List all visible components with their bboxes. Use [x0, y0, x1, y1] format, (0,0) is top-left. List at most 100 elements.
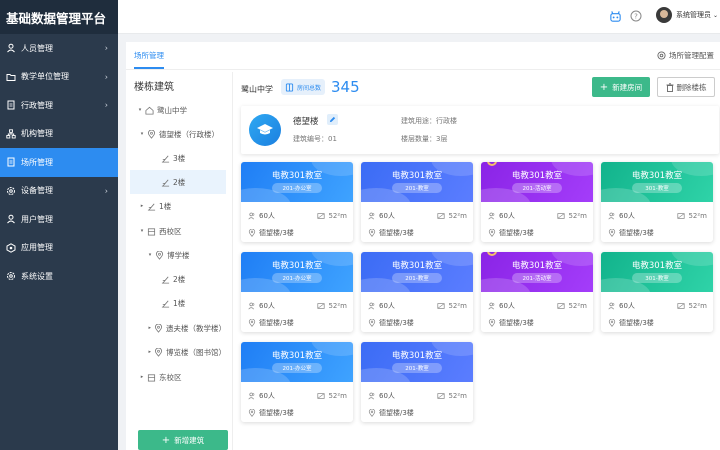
tree-node-label: 2楼: [173, 177, 186, 187]
tree-node-label: 1楼: [159, 201, 172, 211]
room-card[interactable]: 电教301教室 301-教室 60人 52²m 德望楼/3楼: [601, 162, 713, 242]
tab-venue-management[interactable]: 场所管理: [134, 50, 164, 69]
new-room-button[interactable]: + 新建房间: [592, 77, 650, 97]
room-count-label: 房间总数: [297, 84, 322, 92]
sidebar-item[interactable]: 人员管理 ›: [0, 34, 118, 63]
room-card[interactable]: 电教301教室 301-教室 60人 52²m 德望楼/3楼: [601, 252, 713, 332]
room-location: 德望楼/3楼: [499, 319, 534, 327]
room-card-header: 电教301教室 301-教室: [601, 252, 713, 292]
room-capacity: 60人: [619, 302, 635, 310]
room-tag: 201-办公室: [272, 183, 322, 193]
room-count-value: 345: [331, 78, 360, 96]
tree-node[interactable]: ▸ 遗夫楼（教学楼）: [130, 316, 226, 340]
school-name: 鹭山中学: [241, 85, 273, 94]
tree-node[interactable]: ▸ 1楼: [130, 194, 226, 218]
new-room-label: 新建房间: [612, 82, 643, 92]
caret-down-icon[interactable]: ▾: [138, 131, 146, 137]
area-icon: [436, 392, 445, 401]
caret-right-icon[interactable]: ▸: [138, 374, 146, 380]
people-icon: [247, 392, 256, 401]
room-name: 电教301教室: [631, 171, 683, 181]
room-name: 电教301教室: [511, 261, 563, 271]
room-stats: 60人 52²m: [247, 391, 347, 401]
room-location-row: 德望楼/3楼: [247, 408, 347, 418]
room-card[interactable]: 电教301教室 201-教室 60人 52²m 德望楼/3楼: [361, 342, 473, 422]
caret-right-icon[interactable]: ▸: [146, 349, 154, 355]
sidebar-item-label: 行政管理: [21, 100, 53, 110]
pin-icon: [146, 129, 156, 139]
tree-node[interactable]: ▸ 东校区: [130, 365, 226, 389]
room-card[interactable]: 电教301教室 201-教室 60人 52²m 德望楼/3楼: [361, 162, 473, 242]
sidebar-item[interactable]: 用户管理: [0, 205, 118, 234]
help-icon[interactable]: ?: [629, 9, 643, 23]
room-location-row: 德望楼/3楼: [607, 318, 707, 328]
tree-node[interactable]: ▾ 博学楼: [130, 243, 226, 267]
room-tag: 301-教室: [632, 273, 682, 283]
room-area-group: 52²m: [316, 392, 347, 401]
room-card[interactable]: 电教301教室 201-活动室 60人 52²m 德望楼/3楼: [481, 162, 593, 242]
floor-icon: [160, 177, 170, 187]
room-tag: 201-办公室: [272, 363, 322, 373]
sidebar-item[interactable]: 场所管理: [0, 148, 118, 177]
app-title: 基础数据管理平台: [0, 0, 118, 34]
tree-node[interactable]: 2楼: [130, 170, 226, 194]
room-card[interactable]: 电教301教室 201-办公室 60人 52²m 德望楼/3楼: [241, 162, 353, 242]
tab-bar: 场所管理 场所管理配置: [126, 42, 720, 70]
room-location: 德望楼/3楼: [619, 319, 654, 327]
people-icon: [247, 212, 256, 221]
tree-title: 楼栋建筑: [134, 82, 174, 93]
room-location-row: 德望楼/3楼: [247, 228, 347, 238]
sidebar-item[interactable]: 行政管理 ›: [0, 91, 118, 120]
room-area-group: 52²m: [556, 212, 587, 221]
sidebar-item[interactable]: 设备管理 ›: [0, 177, 118, 206]
sidebar-item[interactable]: 教学单位管理 ›: [0, 63, 118, 92]
room-card[interactable]: 电教301教室 201-教室 60人 52²m 德望楼/3楼: [361, 252, 473, 332]
tree-node[interactable]: ▾ 鹭山中学: [130, 98, 226, 122]
room-card[interactable]: 电教301教室 201-办公室 60人 52²m 德望楼/3楼: [241, 252, 353, 332]
room-tag: 201-教室: [392, 363, 442, 373]
person-icon: [6, 214, 16, 224]
sidebar-item[interactable]: 系统设置: [0, 262, 118, 291]
caret-down-icon[interactable]: ▾: [136, 107, 144, 113]
sidebar-item[interactable]: 机构管理: [0, 120, 118, 149]
tree-node[interactable]: 3楼: [130, 146, 226, 170]
venue-config-link[interactable]: 场所管理配置: [657, 50, 714, 61]
room-area: 52²m: [328, 392, 347, 400]
room-location-row: 德望楼/3楼: [487, 228, 587, 238]
room-card[interactable]: 电教301教室 201-办公室 60人 52²m 德望楼/3楼: [241, 342, 353, 422]
tree-node-label: 博览楼（图书馆）: [166, 347, 226, 357]
tree-node-label: 3楼: [173, 153, 186, 163]
room-tag: 201-办公室: [272, 273, 322, 283]
area-icon: [556, 212, 565, 221]
room-location-row: 德望楼/3楼: [247, 318, 347, 328]
tree-node[interactable]: ▸ 博览楼（图书馆）: [130, 340, 226, 364]
tree-node[interactable]: ▾ 西校区: [130, 219, 226, 243]
caret-down-icon[interactable]: ▾: [146, 252, 154, 258]
room-card[interactable]: 电教301教室 201-活动室 60人 52²m 德望楼/3楼: [481, 252, 593, 332]
location-pin-icon: [247, 319, 256, 328]
add-building-button[interactable]: + 新增建筑: [138, 430, 228, 450]
user-menu[interactable]: 系统管理员 ⌄: [655, 7, 718, 23]
sidebar: 基础数据管理平台 人员管理 › 教学单位管理 › 行政管理 › 机构管理 场所管理 设备管理 › 用…: [0, 0, 118, 450]
room-area-group: 52²m: [436, 302, 467, 311]
tree-node[interactable]: 2楼: [130, 267, 226, 291]
tree-node[interactable]: ▾ 德望楼（行政楼）: [130, 122, 226, 146]
room-location-row: 德望楼/3楼: [607, 228, 707, 238]
room-location-row: 德望楼/3楼: [367, 408, 467, 418]
people-icon: [607, 212, 616, 221]
topbar: ? 系统管理员 ⌄: [118, 0, 720, 34]
building-use: 建筑用途：行政楼: [401, 117, 457, 125]
area-icon: [556, 302, 565, 311]
edit-icon[interactable]: [327, 114, 338, 125]
caret-right-icon[interactable]: ▸: [138, 203, 146, 209]
robot-icon[interactable]: [608, 9, 622, 23]
location-pin-icon: [607, 229, 616, 238]
room-area: 52²m: [448, 212, 467, 220]
location-pin-icon: [367, 229, 376, 238]
tree-node[interactable]: 1楼: [130, 291, 226, 315]
caret-right-icon[interactable]: ▸: [146, 325, 154, 331]
caret-down-icon[interactable]: ▾: [138, 228, 146, 234]
add-building-label: 新增建筑: [174, 435, 205, 445]
sidebar-item[interactable]: 应用管理: [0, 234, 118, 263]
delete-building-button[interactable]: 删除楼栋: [657, 77, 715, 97]
